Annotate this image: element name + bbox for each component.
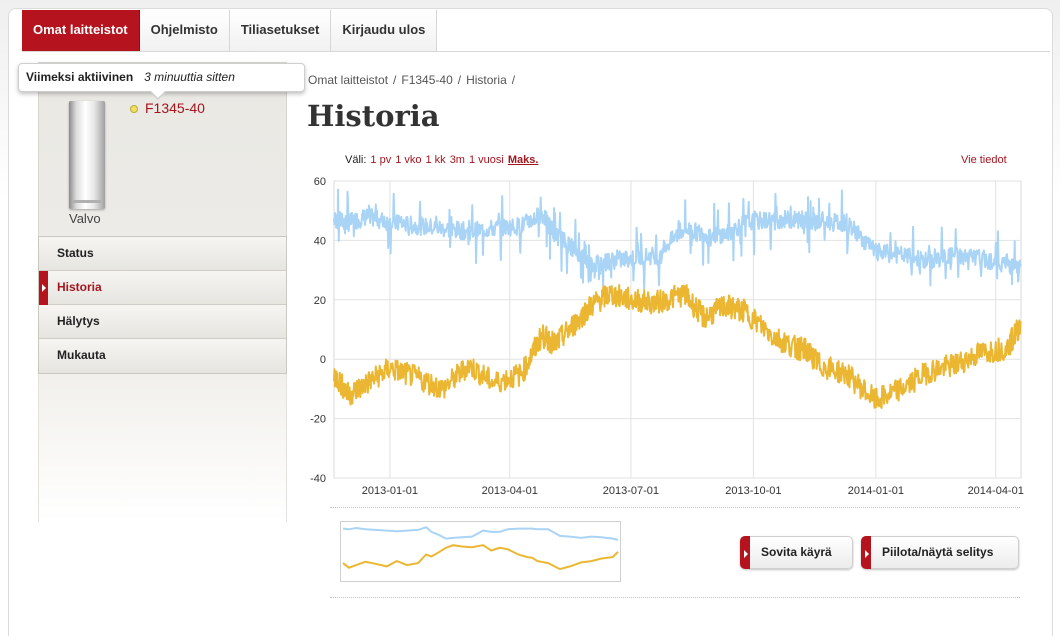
status-dot-icon [130,105,138,113]
history-chart: 60 40 20 0 -20 -40 2013-01-01 2013-04-01 2013-07… [310,176,1024,497]
tooltip-arrow-icon [149,90,167,100]
x-tick-label: 2014-01-01 [848,485,904,497]
chart-divider-bottom [330,597,1020,598]
y-tick-label: 0 [320,354,326,366]
tooltip-value: 3 minuuttia sitten [144,70,235,84]
range-option-max[interactable]: Maks. [508,154,539,166]
fit-curve-button[interactable]: Sovita käyrä [740,536,853,569]
nav-my-systems[interactable]: Omat laitteistot [22,10,140,51]
chart-divider-top [330,507,1020,508]
sidebar-item-history[interactable]: Historia [39,271,286,305]
x-tick-label: 2014-04-01 [968,485,1024,497]
navigator-series-upper [342,526,619,541]
range-selector: Väli: 1 pv 1 vko 1 kk 3m 1 vuosi Maks. [345,154,538,166]
x-tick-label: 2013-07-01 [603,485,659,497]
tooltip-label: Viimeksi aktiivinen [26,70,134,84]
heat-pump-image [69,101,105,209]
range-option-1-month[interactable]: 1 kk [426,154,446,166]
export-data-link[interactable]: Vie tiedot [961,154,1007,166]
nav-software[interactable]: Ohjelmisto [139,10,230,51]
y-tick-label: 40 [314,235,326,247]
y-tick-label: -20 [310,414,326,426]
breadcrumb-separator: / [511,73,516,87]
page-title: Historia [307,99,440,133]
sidebar-item-customize[interactable]: Mukauta [39,339,286,373]
breadcrumb: Omat laitteistot / F1345-40 / Historia / [308,73,515,87]
y-tick-label: 60 [314,176,326,188]
navigator-series-lower [342,544,619,571]
sidebar-fade [38,374,287,522]
sidebar-item-alarm[interactable]: Hälytys [39,305,286,339]
x-tick-label: 2013-04-01 [482,485,538,497]
sidebar: Valvo F1345-40 Status Historia Hälytys M… [38,62,287,522]
y-tick-label: -40 [310,473,326,485]
main-nav: Omat laitteistot Ohjelmisto Tiliasetukse… [22,10,438,51]
chart-navigator[interactable] [340,521,621,582]
range-option-1-week[interactable]: 1 vko [395,154,421,166]
range-option-3-months[interactable]: 3m [450,154,465,166]
sidebar-menu: Status Historia Hälytys Mukauta [38,236,287,374]
nav-account-settings[interactable]: Tiliasetukset [229,10,332,51]
range-option-1-year[interactable]: 1 vuosi [469,154,504,166]
y-tick-label: 20 [314,295,326,307]
x-tick-label: 2013-10-01 [725,485,781,497]
breadcrumb-my-systems[interactable]: Omat laitteistot [308,73,388,87]
device-image-label: Valvo [69,211,101,226]
range-label: Väli: [345,154,367,166]
toggle-legend-button[interactable]: Piilota/näytä selitys [861,536,1019,569]
last-active-tooltip: Viimeksi aktiivinen 3 minuuttia sitten [18,63,305,100]
breadcrumb-separator: / [457,73,462,87]
nav-logout[interactable]: Kirjaudu ulos [331,10,438,51]
range-option-1-day[interactable]: 1 pv [370,154,391,166]
device-name-link[interactable]: F1345-40 [145,100,205,116]
x-tick-label: 2013-01-01 [362,485,418,497]
sidebar-item-status[interactable]: Status [39,237,286,271]
breadcrumb-separator: / [393,73,397,87]
breadcrumb-device[interactable]: F1345-40 [401,73,452,87]
nav-divider [22,51,1050,52]
breadcrumb-history[interactable]: Historia [466,73,507,87]
